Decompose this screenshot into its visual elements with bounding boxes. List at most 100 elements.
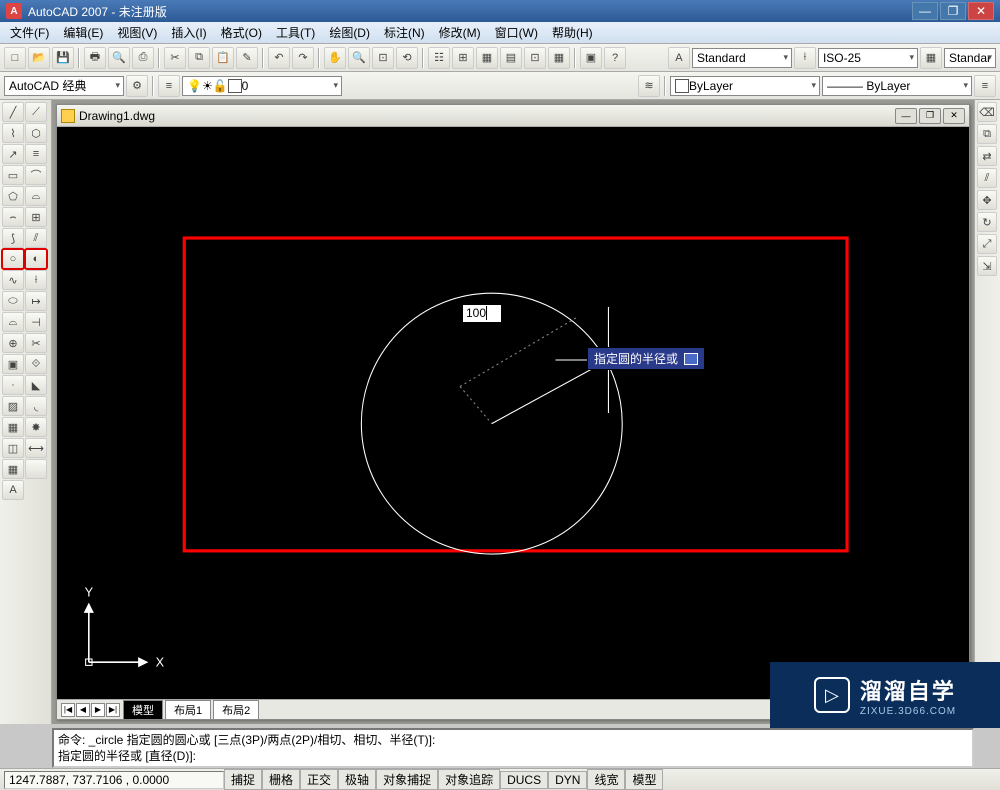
workspace-settings-icon[interactable]: ⚙ [126,75,148,97]
new-icon[interactable]: □ [4,47,26,69]
doc-minimize-button[interactable]: — [895,108,917,124]
hatch-icon[interactable]: ▨ [2,396,24,416]
undo-icon[interactable]: ↶ [268,47,290,69]
redo-icon[interactable]: ↷ [292,47,314,69]
drawing-canvas[interactable]: X Y 100 指定圆的半径或 [57,127,969,699]
move-icon[interactable]: ✥ [977,190,997,210]
spline-icon[interactable]: ∿ [2,270,24,290]
tab-model[interactable]: 模型 [123,700,163,719]
insert-icon[interactable]: ⊕ [2,333,24,353]
save-icon[interactable]: 💾 [52,47,74,69]
menu-draw[interactable]: 绘图(D) [323,22,376,43]
menu-help[interactable]: 帮助(H) [546,22,599,43]
menu-window[interactable]: 窗口(W) [489,22,544,43]
layer-manager-icon[interactable]: ≡ [158,75,180,97]
offset-tool-icon[interactable]: ⫽ [25,228,47,248]
lengthen-icon[interactable]: ⟷ [25,438,47,458]
polygon-tool-icon[interactable]: ⬡ [25,123,47,143]
explode-icon[interactable]: ✸ [25,417,47,437]
plot-icon[interactable]: 🖶 [84,47,106,69]
command-window[interactable]: 命令: _circle 指定圆的圆心或 [三点(3P)/两点(2P)/相切、相切… [52,728,974,768]
paste-icon[interactable]: 📋 [212,47,234,69]
tab-prev-button[interactable]: ◀ [76,703,90,717]
pline-icon[interactable]: ⌇ [2,123,24,143]
dyn-toggle[interactable]: DYN [548,771,587,789]
menu-insert[interactable]: 插入(I) [165,22,212,43]
tablestyle-combo[interactable]: Standar [944,48,996,68]
table-icon[interactable]: ▦ [2,459,24,479]
offset-icon[interactable]: ⫽ [977,168,997,188]
chamfer-icon[interactable]: ◣ [25,375,47,395]
zoom-realtime-icon[interactable]: 🔍 [348,47,370,69]
arc3p-icon[interactable]: ⌒ [25,165,47,185]
makeblock-icon[interactable]: ▣ [2,354,24,374]
textstyle-icon[interactable]: A [668,47,690,69]
tablestyle-icon[interactable]: ▦ [920,47,942,69]
point-icon[interactable]: · [2,375,24,395]
tooltip-dropdown-icon[interactable] [684,353,698,365]
linetype-combo[interactable]: ——— ByLayer [822,76,972,96]
calc-icon[interactable]: ▦ [548,47,570,69]
polar-toggle[interactable]: 极轴 [338,769,376,790]
ray-icon[interactable]: ↗ [2,144,24,164]
properties-icon[interactable]: ☷ [428,47,450,69]
tab-first-button[interactable]: |◀ [61,703,75,717]
zoom-window-icon[interactable]: ⊡ [372,47,394,69]
pan-icon[interactable]: ✋ [324,47,346,69]
fillet-icon[interactable]: ◟ [25,396,47,416]
tab-last-button[interactable]: ▶| [106,703,120,717]
help-icon[interactable]: ? [604,47,626,69]
menu-format[interactable]: 格式(O) [215,22,268,43]
polygon-icon[interactable]: ⬠ [2,186,24,206]
lineweight-icon[interactable]: ≡ [974,75,996,97]
menu-view[interactable]: 视图(V) [111,22,163,43]
match-icon[interactable]: ✎ [236,47,258,69]
revcloud-icon[interactable]: ◐ [25,249,47,269]
trim-icon[interactable]: ✂ [25,333,47,353]
rectangle-icon[interactable]: ▭ [2,165,24,185]
break-icon[interactable]: ⊣ [25,312,47,332]
dimstyle-combo[interactable]: ISO-25 [818,48,918,68]
circle-icon[interactable]: ○ [2,249,24,269]
spline-tool-icon[interactable]: ⟆ [2,228,24,248]
textstyle-combo[interactable]: Standard [692,48,792,68]
maximize-button[interactable]: ❐ [940,2,966,20]
block-icon[interactable]: ▣ [580,47,602,69]
mtext-icon[interactable]: A [2,480,24,500]
ortho-toggle[interactable]: 正交 [300,769,338,790]
grid-toggle[interactable]: 栅格 [262,769,300,790]
sheetset-icon[interactable]: ▤ [500,47,522,69]
ellipse-icon[interactable]: ⬭ [2,291,24,311]
arc-tool-icon[interactable]: ⌢ [2,207,24,227]
preview-icon[interactable]: 🔍 [108,47,130,69]
menu-modify[interactable]: 修改(M) [433,22,487,43]
join-icon[interactable]: ⟐ [25,354,47,374]
scale-icon[interactable]: ⤢ [977,234,997,254]
gradient-icon[interactable]: ▦ [2,417,24,437]
tab-layout2[interactable]: 布局2 [213,700,259,719]
publish-icon[interactable]: ⎙ [132,47,154,69]
doc-close-button[interactable]: ✕ [943,108,965,124]
tab-next-button[interactable]: ▶ [91,703,105,717]
doc-maximize-button[interactable]: ❐ [919,108,941,124]
menu-dimension[interactable]: 标注(N) [378,22,431,43]
dynamic-input[interactable]: 100 [462,304,502,323]
ellipsearc-icon[interactable]: ⌓ [2,312,24,332]
open-icon[interactable]: 📂 [28,47,50,69]
stretch-icon[interactable]: ⇲ [977,256,997,276]
layer-prev-icon[interactable]: ≋ [638,75,660,97]
menu-edit[interactable]: 编辑(E) [57,22,109,43]
trim-tool-icon[interactable]: ⟊ [25,270,47,290]
snap-toggle[interactable]: 捕捉 [224,769,262,790]
menu-file[interactable]: 文件(F) [4,22,55,43]
lwt-toggle[interactable]: 线宽 [587,769,625,790]
array-icon[interactable]: ⊞ [25,207,47,227]
mirror-icon[interactable]: ⇄ [977,146,997,166]
region-icon[interactable]: ◫ [2,438,24,458]
color-combo[interactable]: ByLayer [670,76,820,96]
line-icon[interactable]: ╱ [2,102,24,122]
copy-icon[interactable]: ⧉ [188,47,210,69]
designcenter-icon[interactable]: ⊞ [452,47,474,69]
multiline-icon[interactable]: ≡ [25,144,47,164]
model-toggle[interactable]: 模型 [625,769,663,790]
